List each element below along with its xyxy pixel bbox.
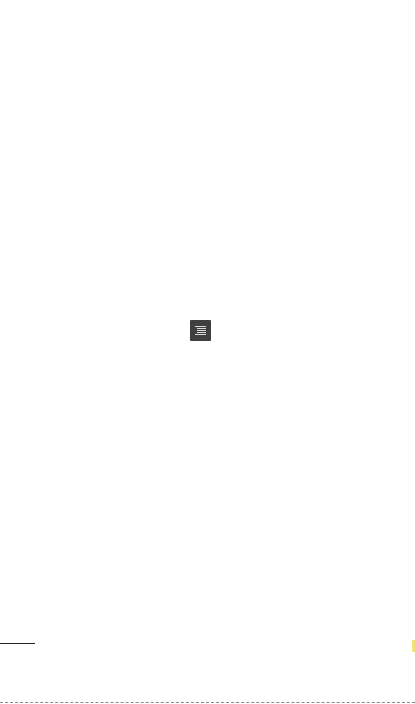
trim-line <box>0 702 415 703</box>
footer-rule <box>0 643 35 644</box>
menu-line <box>197 328 206 329</box>
menu-key-icon <box>190 320 211 341</box>
menu-line <box>195 334 206 335</box>
menu-line <box>197 330 206 331</box>
document-page <box>0 0 415 704</box>
menu-line <box>197 332 206 333</box>
menu-line <box>195 326 206 327</box>
